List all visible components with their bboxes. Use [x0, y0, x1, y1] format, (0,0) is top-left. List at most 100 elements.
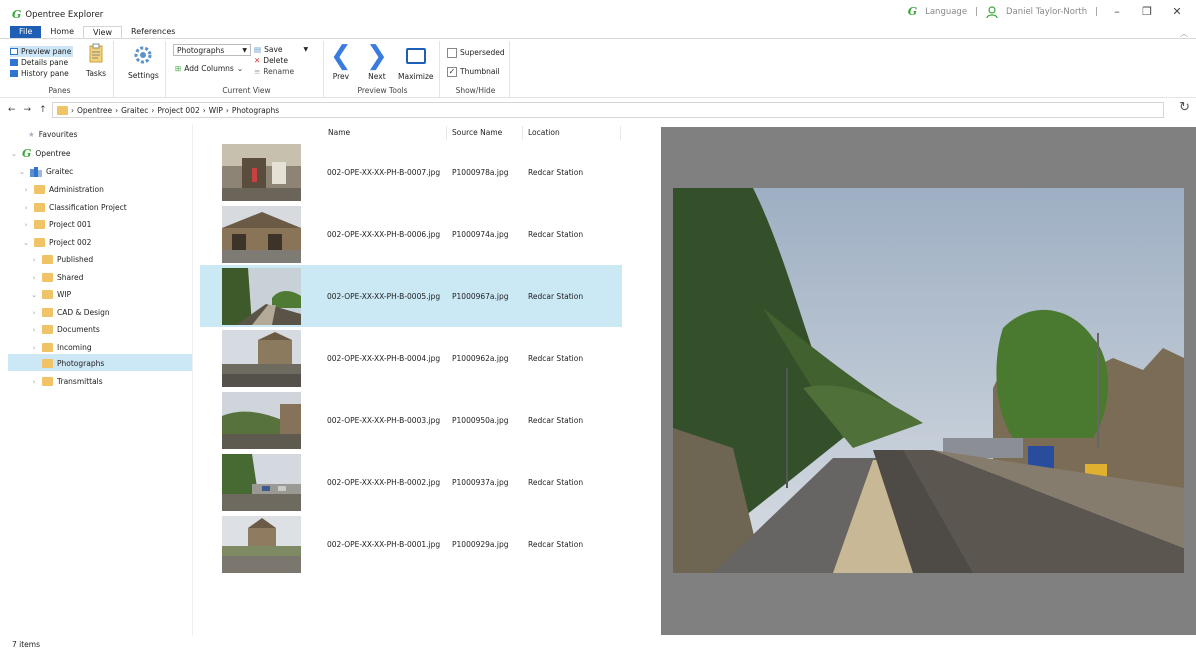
minimize-button[interactable]: –: [1106, 5, 1128, 18]
clipboard-icon: [89, 43, 103, 63]
tree-item-graitec[interactable]: ⌄ Graitec: [18, 164, 73, 179]
history-pane-button[interactable]: History pane: [10, 68, 73, 79]
superseded-check-box[interactable]: [447, 47, 457, 58]
table-row[interactable]: 002-OPE-XX-XX-PH-B-0003.jpg P1000950a.jp…: [200, 389, 622, 451]
thumbnail-checkbox[interactable]: ✓ Thumbnail: [447, 66, 500, 77]
settings-button[interactable]: Settings: [128, 45, 159, 80]
chevron-down-icon[interactable]: ⌄: [18, 168, 26, 176]
tree-item-wip[interactable]: ⌄ WIP: [30, 287, 71, 302]
star-icon: ★: [28, 130, 35, 139]
chevron-right-icon[interactable]: ›: [22, 204, 30, 212]
save-dropdown-icon[interactable]: ▼: [304, 46, 309, 53]
thumbnail-image: [222, 516, 301, 573]
table-row[interactable]: 002-OPE-XX-XX-PH-B-0007.jpg P1000978a.jp…: [200, 141, 622, 203]
breadcrumb-project-002[interactable]: Project 002: [157, 106, 199, 115]
chevron-right-icon[interactable]: ›: [30, 274, 38, 282]
chevron-right-icon[interactable]: ›: [30, 256, 38, 264]
tree-item-documents[interactable]: › Documents: [30, 322, 100, 337]
tree-label: WIP: [57, 290, 72, 299]
column-header-source-name[interactable]: Source Name: [452, 128, 502, 137]
forward-arrow-icon[interactable]: →: [24, 105, 32, 115]
column-divider[interactable]: [446, 126, 447, 140]
maximize-button[interactable]: Maximize: [398, 43, 434, 81]
tree-item-administration[interactable]: › Administration: [22, 182, 104, 197]
tree-item-photographs[interactable]: Photographs: [30, 356, 104, 371]
superseded-checkbox[interactable]: Superseded: [447, 47, 505, 58]
column-divider[interactable]: [522, 126, 523, 140]
refresh-icon[interactable]: ↻: [1179, 100, 1190, 115]
delete-button[interactable]: ✕ Delete: [254, 55, 308, 66]
title-bar: G Opentree Explorer G Language | Daniel …: [0, 0, 1196, 26]
tree-item-project-002[interactable]: ⌄ Project 002: [22, 235, 91, 250]
rename-label: Rename: [263, 67, 295, 76]
maximize-label: Maximize: [398, 72, 434, 81]
location: Redcar Station: [528, 292, 584, 301]
breadcrumb-wip[interactable]: WIP: [209, 106, 223, 115]
chevron-right-icon[interactable]: ›: [30, 326, 38, 334]
column-header-location[interactable]: Location: [528, 128, 560, 137]
tab-references[interactable]: References: [122, 26, 184, 38]
tree-item-published[interactable]: › Published: [30, 252, 93, 267]
ribbon: Preview pane Details pane History pane T…: [0, 38, 1196, 98]
tree-item-shared[interactable]: › Shared: [30, 270, 83, 285]
details-pane-button[interactable]: Details pane: [10, 57, 73, 68]
column-divider[interactable]: [620, 126, 621, 140]
thumbnail-image: [222, 144, 301, 201]
breadcrumb-opentree[interactable]: Opentree: [77, 106, 112, 115]
tab-home[interactable]: Home: [41, 26, 83, 38]
file-name: 002-OPE-XX-XX-PH-B-0001.jpg: [327, 540, 441, 549]
tree-item-incoming[interactable]: › Incoming: [30, 340, 92, 355]
tree-item-favourites[interactable]: ★ Favourites: [28, 127, 77, 142]
table-row[interactable]: 002-OPE-XX-XX-PH-B-0006.jpg P1000974a.jp…: [200, 203, 622, 265]
user-icon[interactable]: [986, 5, 998, 18]
table-row[interactable]: 002-OPE-XX-XX-PH-B-0004.jpg P1000962a.jp…: [200, 327, 622, 389]
next-button[interactable]: ❯ Next: [366, 43, 388, 81]
breadcrumb[interactable]: › Opentree › Graitec › Project 002 › WIP…: [52, 102, 1164, 118]
breadcrumb-photographs[interactable]: Photographs: [232, 106, 279, 115]
view-select[interactable]: Photographs ▼: [173, 44, 251, 56]
tree-item-opentree[interactable]: ⌄ G Opentree: [10, 146, 71, 161]
chevron-right-icon[interactable]: ›: [22, 186, 30, 194]
up-arrow-icon[interactable]: ↑: [39, 105, 47, 115]
language-icon[interactable]: G: [908, 5, 917, 18]
rename-button[interactable]: ≡ Rename: [254, 66, 308, 77]
tree-item-transmittals[interactable]: › Transmittals: [30, 374, 103, 389]
source-name: P1000962a.jpg: [452, 354, 509, 363]
tree-label: Administration: [49, 185, 104, 194]
breadcrumb-separator: ›: [71, 105, 74, 115]
column-header-name[interactable]: Name: [328, 128, 350, 137]
source-name: P1000974a.jpg: [452, 230, 509, 239]
save-button[interactable]: ▤ Save ▼: [254, 44, 308, 55]
user-name[interactable]: Daniel Taylor-North: [1006, 7, 1087, 17]
chevron-right-icon[interactable]: ›: [30, 309, 38, 317]
preview-pane-button[interactable]: Preview pane: [10, 46, 74, 57]
chevron-right-icon[interactable]: ›: [30, 378, 38, 386]
tree-label: Opentree: [35, 149, 71, 158]
chevron-down-icon[interactable]: ⌄: [22, 239, 30, 247]
close-button[interactable]: ✕: [1166, 5, 1188, 18]
thumbnail-check-box[interactable]: ✓: [447, 66, 457, 77]
tab-view[interactable]: View: [83, 26, 122, 38]
tasks-button[interactable]: Tasks: [86, 43, 106, 78]
chevron-down-icon[interactable]: ⌄: [10, 150, 18, 158]
preview-tools-group-label: Preview Tools: [357, 86, 408, 95]
table-row[interactable]: 002-OPE-XX-XX-PH-B-0001.jpg P1000929a.jp…: [200, 513, 622, 575]
tree-item-cad-design[interactable]: › CAD & Design: [30, 305, 110, 320]
chevron-right-icon[interactable]: ›: [22, 221, 30, 229]
prev-button[interactable]: ❮ Prev: [330, 43, 352, 81]
table-row-selected[interactable]: 002-OPE-XX-XX-PH-B-0005.jpg P1000967a.jp…: [200, 265, 622, 327]
language-link[interactable]: Language: [925, 7, 967, 17]
chevron-down-icon[interactable]: ⌄: [30, 291, 38, 299]
table-row[interactable]: 002-OPE-XX-XX-PH-B-0002.jpg P1000937a.jp…: [200, 451, 622, 513]
tree-item-classification-project[interactable]: › Classification Project: [22, 200, 127, 215]
back-arrow-icon[interactable]: ←: [8, 105, 16, 115]
tree-item-project-001[interactable]: › Project 001: [22, 217, 91, 232]
restore-button[interactable]: ❐: [1136, 5, 1158, 18]
thumbnail-image: [222, 268, 301, 325]
add-columns-button[interactable]: ⊞ Add Columns ⌄: [175, 63, 243, 74]
breadcrumb-graitec[interactable]: Graitec: [121, 106, 148, 115]
tab-file[interactable]: File: [10, 26, 42, 38]
preview-pane-label: Preview pane: [21, 47, 72, 56]
chevron-right-icon[interactable]: ›: [30, 344, 38, 352]
header-separator: |: [975, 6, 978, 17]
